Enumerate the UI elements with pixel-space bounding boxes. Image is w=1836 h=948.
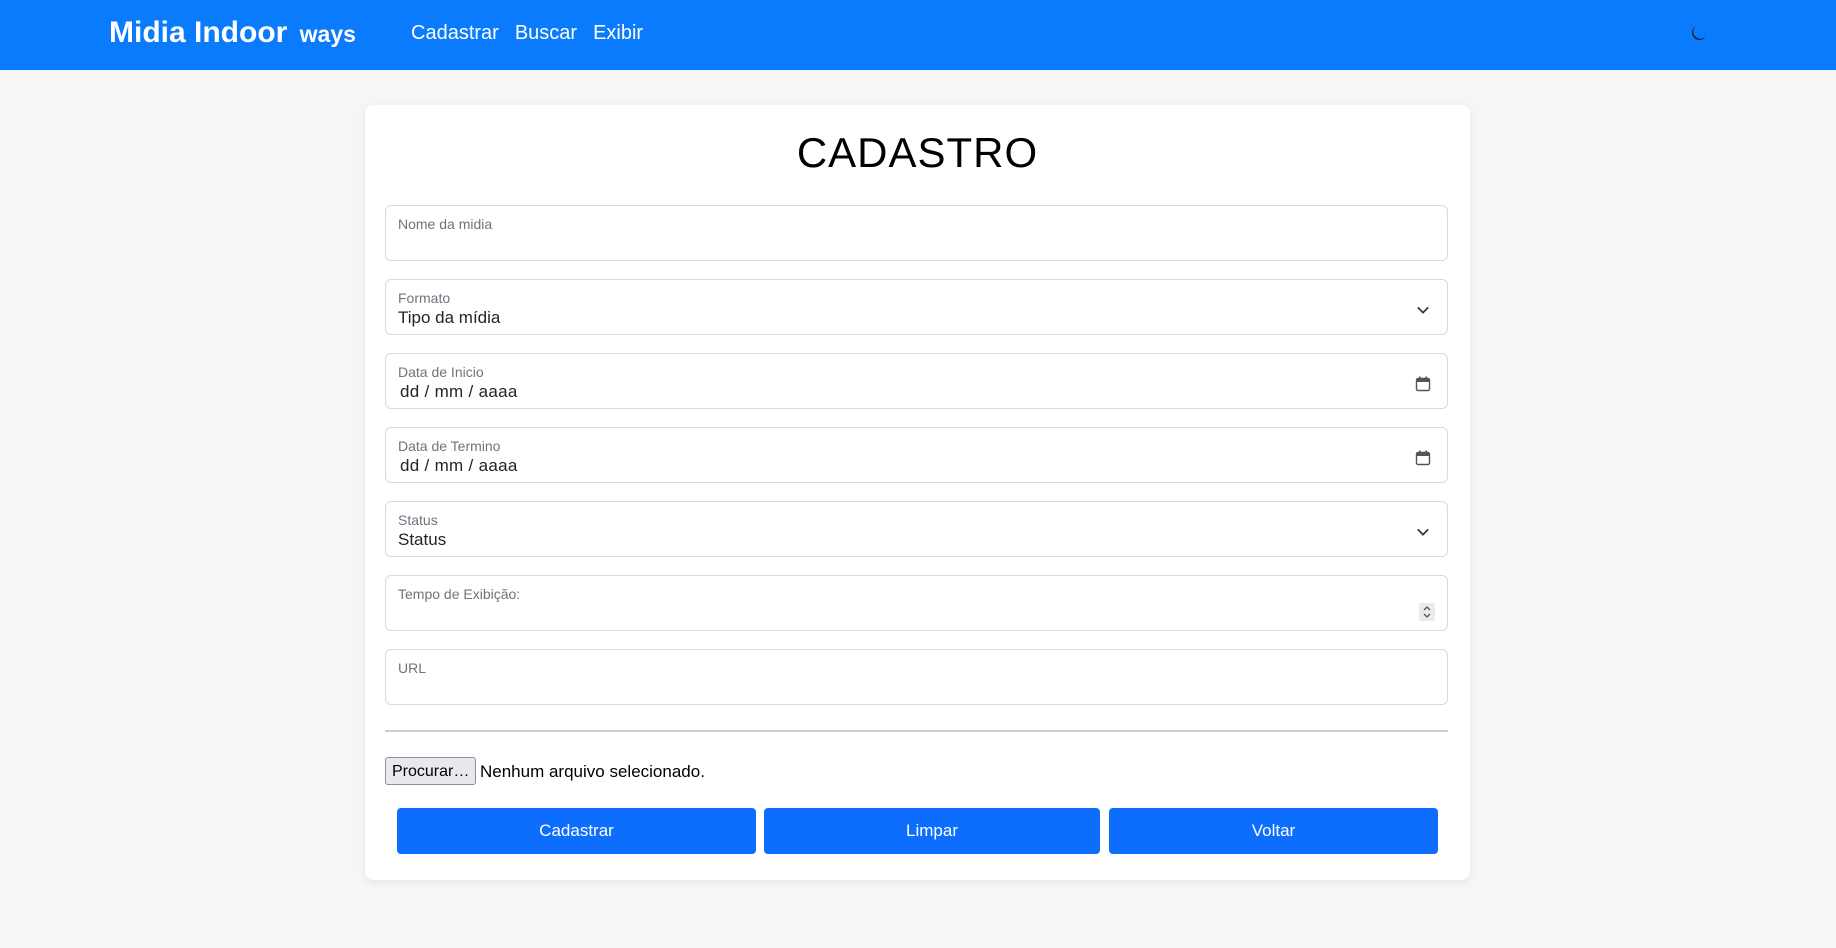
voltar-button[interactable]: Voltar — [1109, 808, 1438, 854]
nav-link-exibir[interactable]: Exibir — [593, 22, 643, 45]
media-name-field[interactable]: Nome da midia — [385, 205, 1448, 261]
format-label: Formato — [398, 290, 451, 306]
status-label: Status — [398, 512, 438, 528]
chevron-down-icon — [1415, 302, 1431, 318]
format-value: Tipo da mídia — [398, 308, 501, 327]
file-status-text: Nenhum arquivo selecionado. — [480, 762, 705, 781]
stepper-arrows-icon — [1423, 606, 1431, 618]
media-name-label: Nome da midia — [398, 216, 493, 232]
divider — [385, 730, 1448, 732]
start-date-value: dd / mm / aaaa — [400, 382, 518, 401]
url-label: URL — [398, 660, 427, 676]
status-value: Status — [398, 530, 447, 549]
nav-links: Cadastrar Buscar Exibir — [411, 22, 643, 45]
register-card: CADASTRO Nome da midia Formato Tipo da m… — [365, 105, 1470, 880]
number-stepper[interactable] — [1419, 603, 1435, 621]
brand-logo[interactable]: Midia Indoor ways — [109, 16, 356, 50]
start-date-label: Data de Inicio — [398, 364, 484, 380]
cadastrar-button[interactable]: Cadastrar — [397, 808, 756, 854]
calendar-icon[interactable] — [1415, 450, 1431, 466]
calendar-icon[interactable] — [1415, 376, 1431, 392]
page-title: CADASTRO — [796, 129, 1039, 176]
moon-icon — [1691, 25, 1706, 40]
display-time-field[interactable]: Tempo de Exibição: — [385, 575, 1448, 631]
brand-title: Midia Indoor — [109, 16, 288, 49]
theme-toggle-button[interactable] — [1686, 23, 1708, 45]
chevron-down-icon — [1415, 524, 1431, 540]
end-date-field[interactable]: Data de Termino dd / mm / aaaa — [385, 427, 1448, 483]
nav-link-cadastrar[interactable]: Cadastrar — [411, 22, 499, 45]
display-time-label: Tempo de Exibição: — [398, 586, 521, 602]
limpar-button[interactable]: Limpar — [764, 808, 1100, 854]
status-select[interactable]: Status Status — [385, 501, 1448, 557]
navbar: Midia Indoor ways Cadastrar Buscar Exibi… — [0, 0, 1836, 70]
end-date-label: Data de Termino — [398, 438, 501, 454]
end-date-value: dd / mm / aaaa — [400, 456, 518, 475]
brand-subtitle: ways — [299, 21, 356, 47]
url-field[interactable]: URL — [385, 649, 1448, 705]
start-date-field[interactable]: Data de Inicio dd / mm / aaaa — [385, 353, 1448, 409]
file-browse-button[interactable]: Procurar… — [385, 757, 477, 785]
nav-link-buscar[interactable]: Buscar — [515, 22, 577, 45]
format-select[interactable]: Formato Tipo da mídia — [385, 279, 1448, 335]
